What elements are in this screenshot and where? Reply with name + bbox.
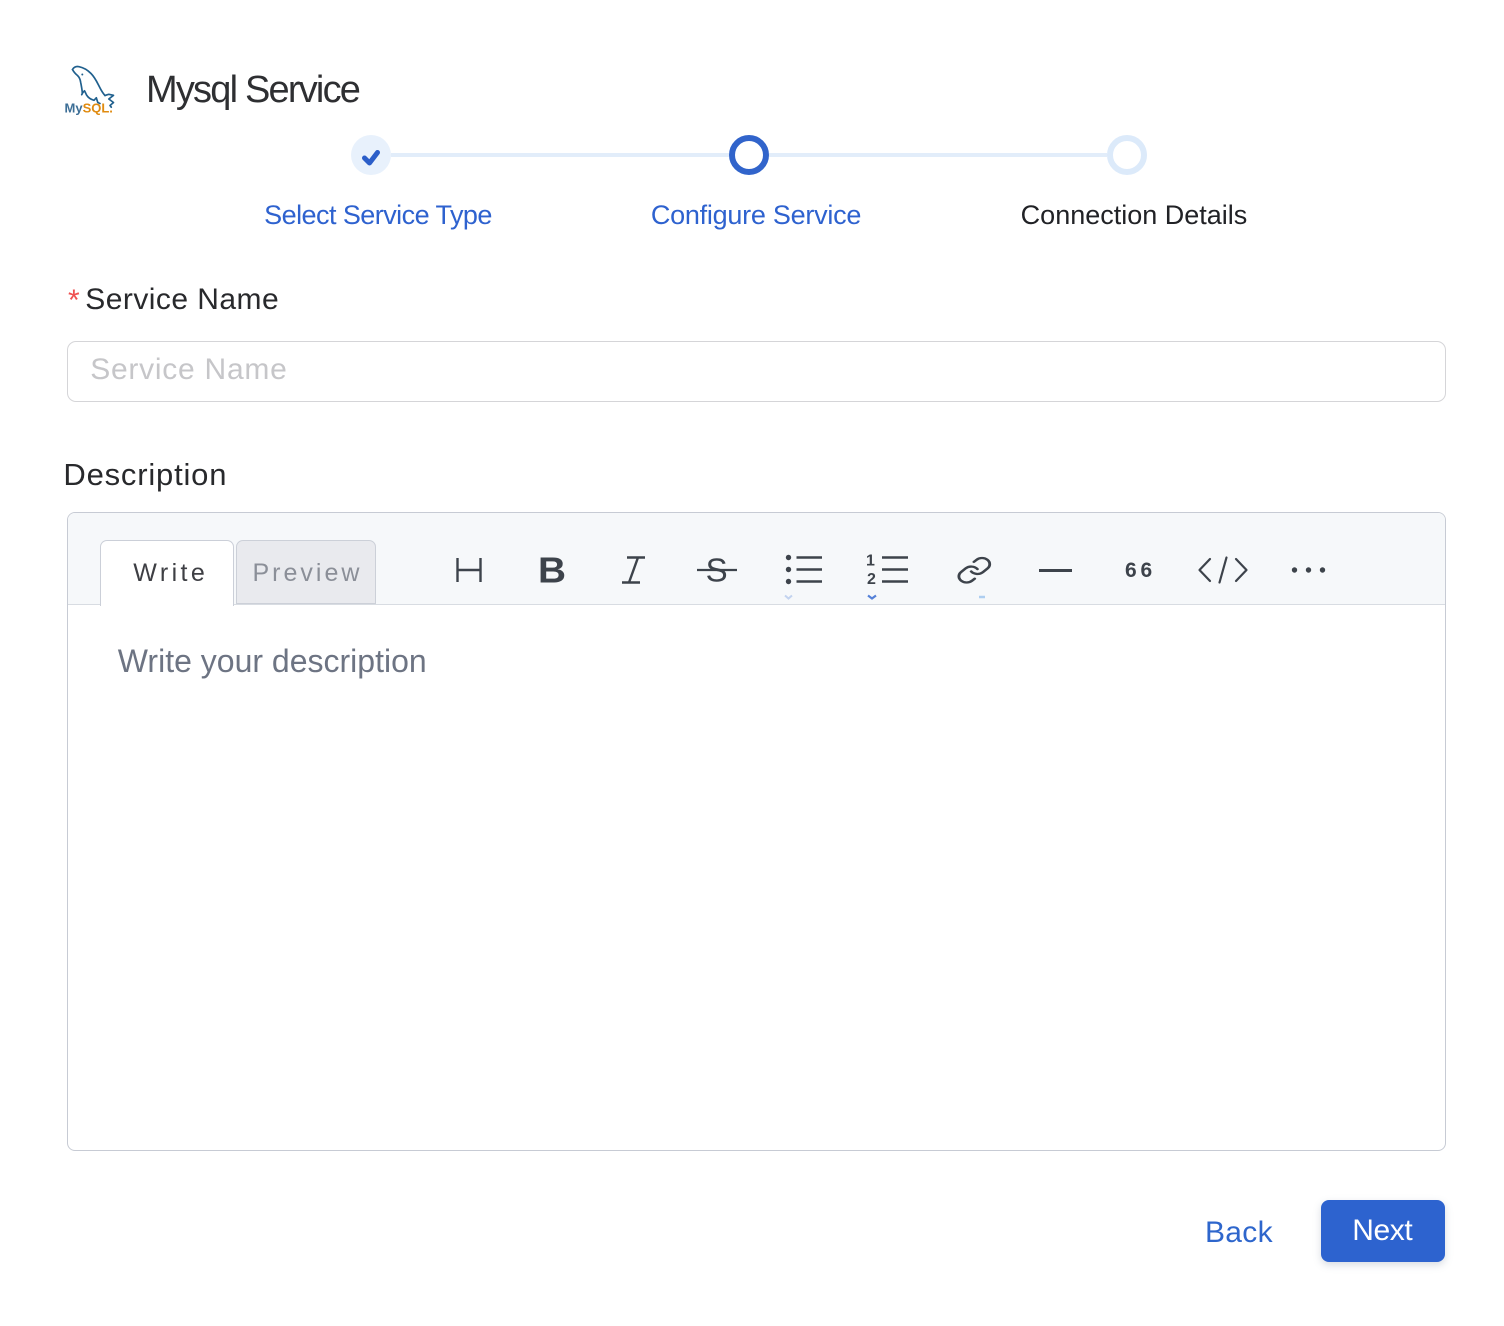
svg-text:B: B: [538, 550, 566, 591]
svg-text:2: 2: [867, 571, 876, 588]
svg-text:66: 66: [1125, 559, 1156, 582]
svg-text:1: 1: [866, 553, 875, 570]
